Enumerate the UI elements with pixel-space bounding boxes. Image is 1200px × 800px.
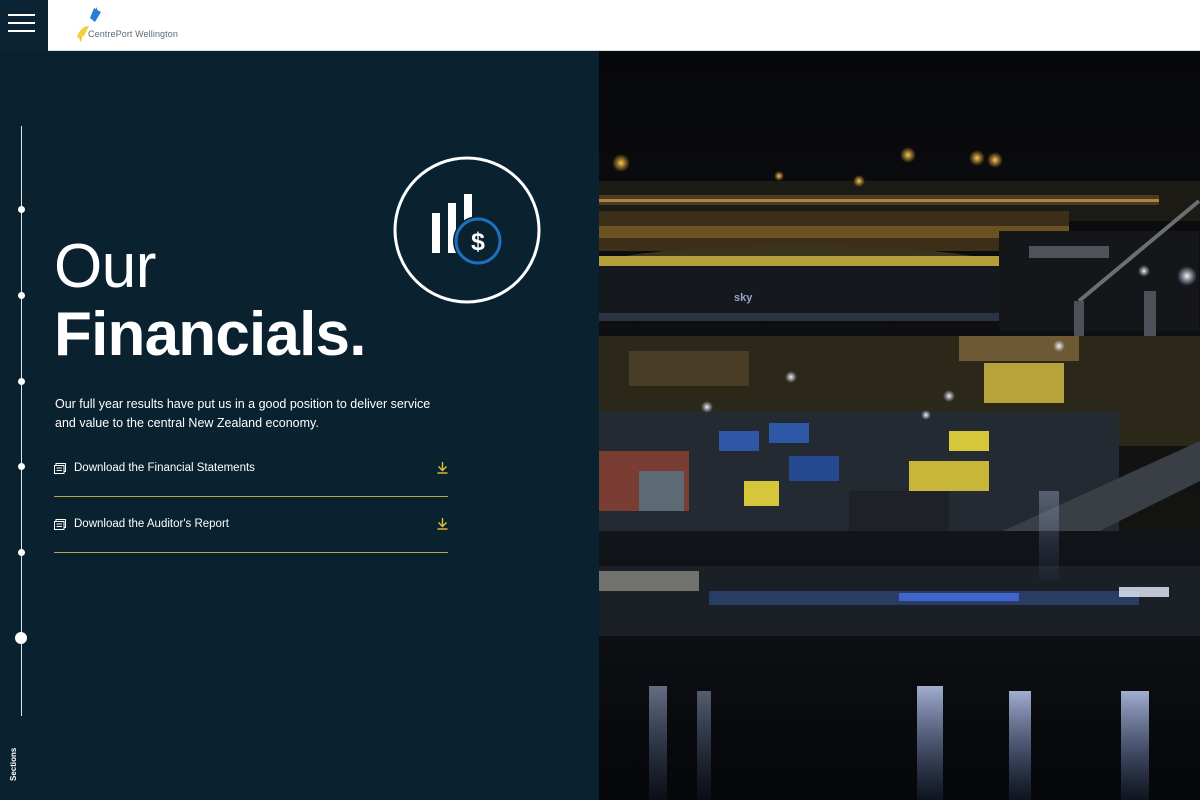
download-label: Download the Financial Statements — [74, 462, 255, 474]
section-dot[interactable] — [18, 292, 25, 299]
menu-bar-icon — [8, 22, 35, 24]
download-label: Download the Auditor's Report — [74, 518, 229, 530]
section-dot-active[interactable] — [15, 632, 27, 644]
section-dot[interactable] — [18, 549, 25, 556]
download-arrow-icon — [437, 462, 448, 474]
financial-chart-dollar-icon: $ — [393, 156, 541, 304]
document-icon — [54, 519, 66, 530]
page-title-line2: Financials. — [54, 300, 366, 369]
intro-text: Our full year results have put us in a g… — [55, 397, 431, 430]
menu-bar-icon — [8, 14, 35, 16]
financials-panel: Sections $ Our Financials. Our full year… — [0, 51, 599, 800]
document-icon — [54, 463, 66, 474]
download-auditors-report-link[interactable]: Download the Auditor's Report — [54, 516, 448, 553]
menu-bar-icon — [8, 30, 35, 32]
page-title-line1: Our — [54, 232, 156, 301]
svg-text:$: $ — [471, 228, 485, 256]
svg-text:sky: sky — [734, 292, 753, 304]
centreport-logo[interactable]: CentrePort Wellington — [74, 6, 194, 44]
download-financial-statements-link[interactable]: Download the Financial Statements — [54, 460, 448, 497]
hamburger-menu-button[interactable] — [0, 0, 48, 51]
section-dot[interactable] — [18, 463, 25, 470]
section-dot[interactable] — [18, 378, 25, 385]
sections-label: Sections — [9, 747, 18, 781]
site-header: CentrePort Wellington — [0, 0, 1200, 51]
section-dot[interactable] — [18, 206, 25, 213]
logo-text: CentrePort Wellington — [88, 29, 178, 39]
download-arrow-icon — [437, 518, 448, 530]
sections-rail — [21, 126, 22, 716]
night-port-image: sky — [599, 51, 1200, 800]
